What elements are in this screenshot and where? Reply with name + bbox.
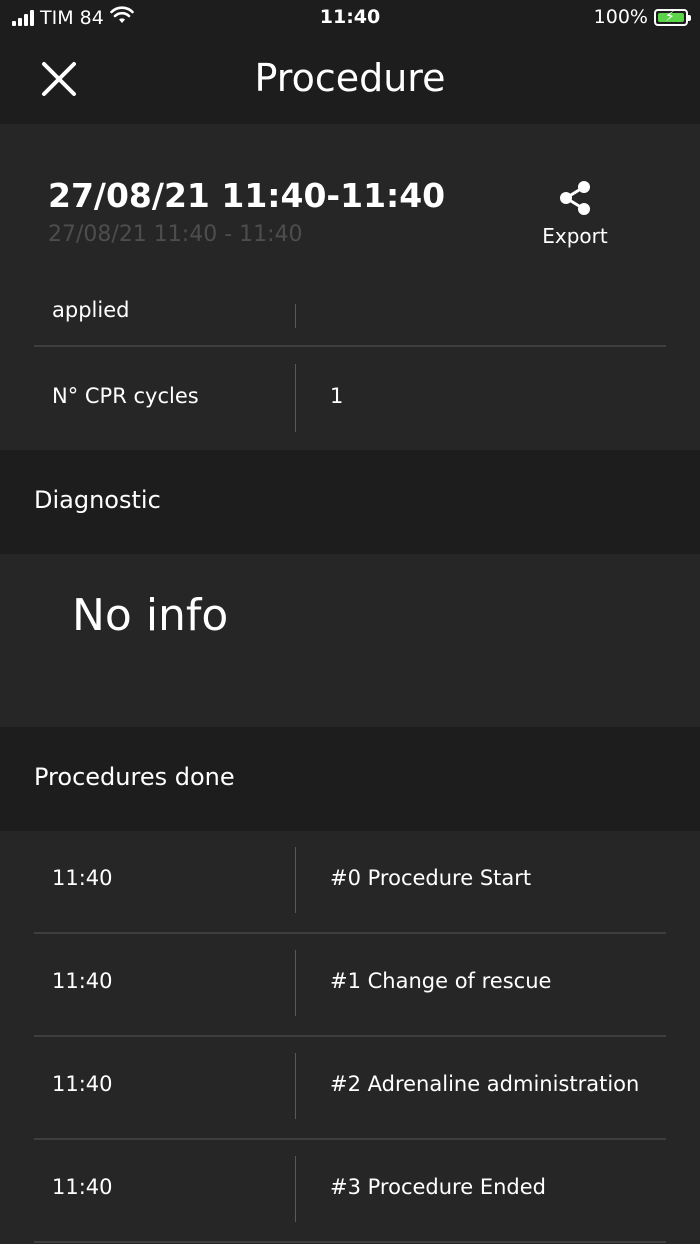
- procedure-date-title: 27/08/21 11:40-11:40: [48, 176, 446, 215]
- info-label: N° CPR cycles: [52, 384, 199, 408]
- procedures-header: Procedures done: [0, 727, 700, 831]
- info-row-cpr-cycles: N° CPR cycles 1: [34, 364, 666, 432]
- info-row-applied: applied: [34, 286, 666, 346]
- procedure-time: 11:40: [52, 866, 113, 890]
- page-title: Procedure: [254, 56, 446, 100]
- column-divider: [295, 847, 296, 913]
- column-divider: [295, 1053, 296, 1119]
- battery-icon: ⚡: [654, 8, 691, 26]
- nav-bar: Procedure: [0, 38, 700, 124]
- section-title: Procedures done: [34, 763, 235, 791]
- share-icon: [560, 181, 590, 215]
- info-label: applied: [52, 298, 130, 322]
- row-divider: [34, 932, 666, 934]
- column-divider: [295, 304, 296, 328]
- section-title: Diagnostic: [34, 486, 161, 514]
- procedure-time: 11:40: [52, 1072, 113, 1096]
- procedure-time: 11:40: [52, 969, 113, 993]
- procedure-name: #1 Change of rescue: [330, 969, 552, 993]
- charging-bolt-icon: ⚡: [665, 8, 675, 25]
- procedure-time: 11:40: [52, 1175, 113, 1199]
- procedure-list-item[interactable]: 11:40 #0 Procedure Start: [34, 832, 666, 934]
- export-label: Export: [542, 224, 608, 248]
- row-divider: [34, 345, 666, 347]
- procedure-list-item[interactable]: 11:40 #1 Change of rescue: [34, 935, 666, 1037]
- procedure-list-item[interactable]: 11:40 #2 Adrenaline administration: [34, 1038, 666, 1140]
- procedure-name: #2 Adrenaline administration: [330, 1072, 640, 1096]
- row-divider: [34, 1138, 666, 1140]
- status-right: 100% ⚡: [593, 6, 691, 28]
- column-divider: [295, 950, 296, 1016]
- row-divider: [34, 1035, 666, 1037]
- row-divider: [34, 1241, 666, 1243]
- procedure-name: #3 Procedure Ended: [330, 1175, 546, 1199]
- info-value: 1: [330, 384, 344, 408]
- column-divider: [295, 1156, 296, 1222]
- procedure-date-subtitle: 27/08/21 11:40 - 11:40: [48, 222, 303, 247]
- battery-percentage: 100%: [593, 6, 648, 28]
- diagnostic-empty-text: No info: [72, 590, 229, 641]
- column-divider: [295, 364, 296, 432]
- export-button[interactable]: Export: [530, 180, 620, 248]
- status-bar: TIM 84 11:40 100% ⚡: [0, 0, 700, 38]
- procedure-list-item[interactable]: 11:40 #3 Procedure Ended: [34, 1141, 666, 1243]
- diagnostic-header: Diagnostic: [0, 450, 700, 554]
- procedure-name: #0 Procedure Start: [330, 866, 532, 890]
